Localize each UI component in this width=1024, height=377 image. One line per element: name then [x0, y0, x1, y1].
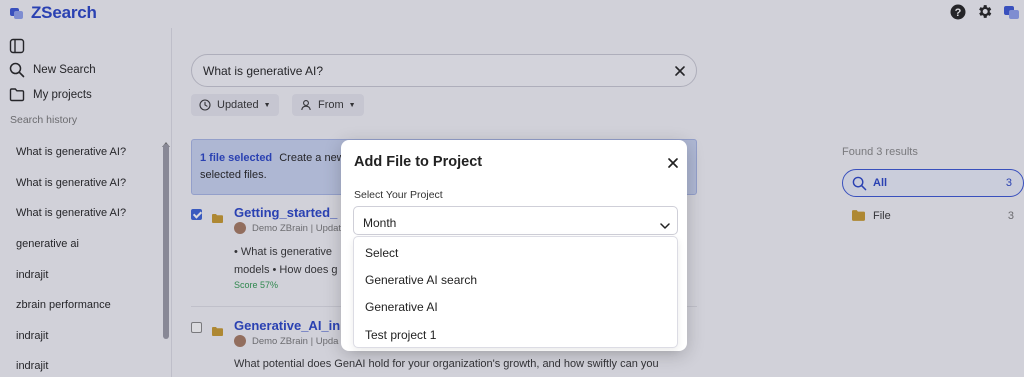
- project-select[interactable]: Month: [353, 206, 678, 235]
- close-icon[interactable]: [666, 156, 680, 175]
- dropdown-option[interactable]: Generative AI: [354, 294, 677, 321]
- modal-title: Add File to Project: [354, 154, 483, 170]
- project-dropdown: Select Generative AI search Generative A…: [353, 236, 678, 348]
- add-file-to-project-modal: Add File to Project Select Your Project …: [341, 140, 687, 351]
- project-select-value: Month: [363, 216, 397, 230]
- dropdown-option[interactable]: Select: [354, 239, 677, 266]
- dropdown-option[interactable]: Test project 1: [354, 321, 677, 348]
- field-label: Select Your Project: [354, 189, 443, 201]
- dropdown-option[interactable]: Generative AI search: [354, 266, 677, 293]
- chevron-down-icon: [660, 217, 670, 235]
